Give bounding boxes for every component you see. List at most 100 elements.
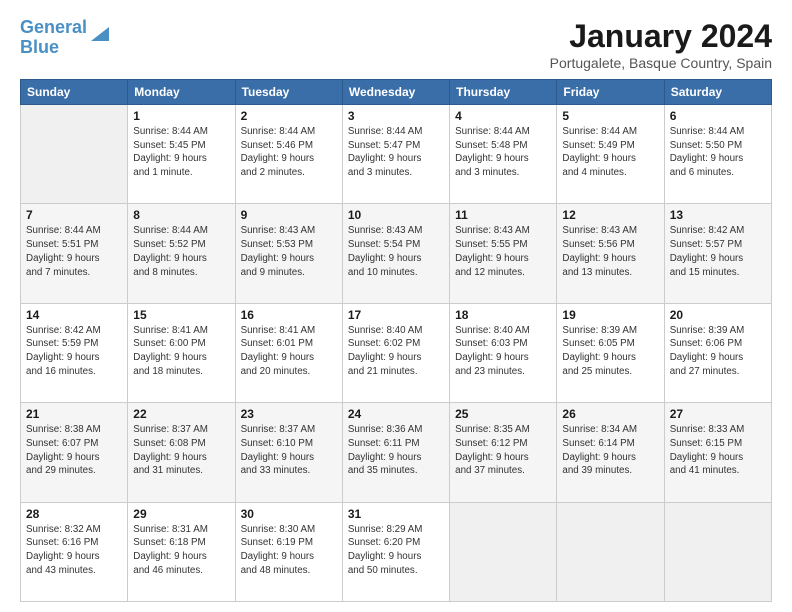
- day-info: Sunrise: 8:43 AM Sunset: 5:56 PM Dayligh…: [562, 224, 658, 279]
- day-info: Sunrise: 8:44 AM Sunset: 5:45 PM Dayligh…: [133, 125, 229, 180]
- week-row-4: 21Sunrise: 8:38 AM Sunset: 6:07 PM Dayli…: [21, 403, 772, 502]
- day-number: 11: [455, 208, 551, 222]
- day-number: 6: [670, 109, 766, 123]
- day-info: Sunrise: 8:34 AM Sunset: 6:14 PM Dayligh…: [562, 423, 658, 478]
- calendar-cell: 25 Sunrise: 8:35 AM Sunset: 6:12 PM Dayli…: [450, 403, 557, 502]
- day-number: 28: [26, 507, 122, 521]
- day-info: Sunrise: 8:44 AM Sunset: 5:49 PM Dayligh…: [562, 125, 658, 180]
- day-info: Sunrise: 8:35 AM Sunset: 6:12 PM Dayligh…: [455, 423, 551, 478]
- calendar-table: Sunday Monday Tuesday Wednesday Thursday…: [20, 79, 772, 602]
- day-info: Sunrise: 8:37 AM Sunset: 6:10 PM Dayligh…: [241, 423, 337, 478]
- day-number: 23: [241, 407, 337, 421]
- calendar-cell: 20 Sunrise: 8:39 AM Sunset: 6:06 PM Dayli…: [664, 303, 771, 402]
- day-info: Sunrise: 8:30 AM Sunset: 6:19 PM Dayligh…: [241, 523, 337, 578]
- day-info: Sunrise: 8:31 AM Sunset: 6:18 PM Dayligh…: [133, 523, 229, 578]
- day-info: Sunrise: 8:44 AM Sunset: 5:51 PM Dayligh…: [26, 224, 122, 279]
- day-number: 9: [241, 208, 337, 222]
- logo-text: General Blue: [20, 18, 87, 58]
- calendar-cell: 7 Sunrise: 8:44 AM Sunset: 5:51 PM Daylig…: [21, 204, 128, 303]
- day-info: Sunrise: 8:40 AM Sunset: 6:03 PM Dayligh…: [455, 324, 551, 379]
- header-saturday: Saturday: [664, 80, 771, 105]
- calendar-cell: [557, 502, 664, 601]
- day-number: 13: [670, 208, 766, 222]
- title-block: January 2024 Portugalete, Basque Country…: [550, 18, 772, 71]
- day-number: 26: [562, 407, 658, 421]
- calendar-cell: [664, 502, 771, 601]
- logo-line2: Blue: [20, 37, 59, 57]
- week-row-5: 28 Sunrise: 8:32 AM Sunset: 6:16 PM Dayli…: [21, 502, 772, 601]
- day-number: 20: [670, 308, 766, 322]
- calendar-cell: 4 Sunrise: 8:44 AM Sunset: 5:48 PM Daylig…: [450, 105, 557, 204]
- logo-line1: General: [20, 17, 87, 37]
- day-number: 29: [133, 507, 229, 521]
- day-number: 10: [348, 208, 444, 222]
- logo-arrow-icon: [89, 23, 111, 45]
- calendar-cell: 26 Sunrise: 8:34 AM Sunset: 6:14 PM Dayli…: [557, 403, 664, 502]
- header-friday: Friday: [557, 80, 664, 105]
- calendar-cell: 8 Sunrise: 8:44 AM Sunset: 5:52 PM Daylig…: [128, 204, 235, 303]
- day-info: Sunrise: 8:39 AM Sunset: 6:05 PM Dayligh…: [562, 324, 658, 379]
- calendar-cell: 29 Sunrise: 8:31 AM Sunset: 6:18 PM Dayli…: [128, 502, 235, 601]
- day-number: 24: [348, 407, 444, 421]
- week-row-1: 1Sunrise: 8:44 AM Sunset: 5:45 PM Daylig…: [21, 105, 772, 204]
- day-number: 18: [455, 308, 551, 322]
- header-wednesday: Wednesday: [342, 80, 449, 105]
- day-number: 31: [348, 507, 444, 521]
- day-info: Sunrise: 8:44 AM Sunset: 5:47 PM Dayligh…: [348, 125, 444, 180]
- calendar-cell: 19 Sunrise: 8:39 AM Sunset: 6:05 PM Dayli…: [557, 303, 664, 402]
- day-number: 22: [133, 407, 229, 421]
- calendar-cell: 17 Sunrise: 8:40 AM Sunset: 6:02 PM Dayli…: [342, 303, 449, 402]
- day-number: 7: [26, 208, 122, 222]
- calendar-cell: 31 Sunrise: 8:29 AM Sunset: 6:20 PM Dayli…: [342, 502, 449, 601]
- day-info: Sunrise: 8:36 AM Sunset: 6:11 PM Dayligh…: [348, 423, 444, 478]
- day-info: Sunrise: 8:40 AM Sunset: 6:02 PM Dayligh…: [348, 324, 444, 379]
- day-info: Sunrise: 8:29 AM Sunset: 6:20 PM Dayligh…: [348, 523, 444, 578]
- day-info: Sunrise: 8:33 AM Sunset: 6:15 PM Dayligh…: [670, 423, 766, 478]
- day-info: Sunrise: 8:43 AM Sunset: 5:55 PM Dayligh…: [455, 224, 551, 279]
- day-number: 5: [562, 109, 658, 123]
- week-row-3: 14 Sunrise: 8:42 AM Sunset: 5:59 PM Dayli…: [21, 303, 772, 402]
- day-info: Sunrise: 8:44 AM Sunset: 5:46 PM Dayligh…: [241, 125, 337, 180]
- day-number: 27: [670, 407, 766, 421]
- calendar-cell: 2 Sunrise: 8:44 AM Sunset: 5:46 PM Daylig…: [235, 105, 342, 204]
- header-sunday: Sunday: [21, 80, 128, 105]
- day-info: Sunrise: 8:32 AM Sunset: 6:16 PM Dayligh…: [26, 523, 122, 578]
- calendar-cell: 3 Sunrise: 8:44 AM Sunset: 5:47 PM Daylig…: [342, 105, 449, 204]
- day-info: Sunrise: 8:42 AM Sunset: 5:57 PM Dayligh…: [670, 224, 766, 279]
- calendar-cell: 28 Sunrise: 8:32 AM Sunset: 6:16 PM Dayli…: [21, 502, 128, 601]
- day-info: Sunrise: 8:43 AM Sunset: 5:53 PM Dayligh…: [241, 224, 337, 279]
- day-number: 30: [241, 507, 337, 521]
- logo: General Blue: [20, 18, 111, 58]
- day-info: Sunrise: 8:44 AM Sunset: 5:48 PM Dayligh…: [455, 125, 551, 180]
- day-info: Sunrise: 8:44 AM Sunset: 5:52 PM Dayligh…: [133, 224, 229, 279]
- calendar-cell: 30 Sunrise: 8:30 AM Sunset: 6:19 PM Dayli…: [235, 502, 342, 601]
- calendar-cell: 13 Sunrise: 8:42 AM Sunset: 5:57 PM Dayli…: [664, 204, 771, 303]
- day-info: Sunrise: 8:42 AM Sunset: 5:59 PM Dayligh…: [26, 324, 122, 379]
- calendar-cell: 12Sunrise: 8:43 AM Sunset: 5:56 PM Dayli…: [557, 204, 664, 303]
- calendar-cell: [21, 105, 128, 204]
- calendar-cell: 27 Sunrise: 8:33 AM Sunset: 6:15 PM Dayli…: [664, 403, 771, 502]
- day-info: Sunrise: 8:37 AM Sunset: 6:08 PM Dayligh…: [133, 423, 229, 478]
- calendar-cell: [450, 502, 557, 601]
- calendar-cell: 16Sunrise: 8:41 AM Sunset: 6:01 PM Dayli…: [235, 303, 342, 402]
- calendar-cell: 11 Sunrise: 8:43 AM Sunset: 5:55 PM Dayli…: [450, 204, 557, 303]
- day-number: 4: [455, 109, 551, 123]
- day-number: 16: [241, 308, 337, 322]
- day-number: 3: [348, 109, 444, 123]
- day-info: Sunrise: 8:41 AM Sunset: 6:00 PM Dayligh…: [133, 324, 229, 379]
- day-number: 19: [562, 308, 658, 322]
- day-number: 14: [26, 308, 122, 322]
- day-number: 2: [241, 109, 337, 123]
- day-number: 25: [455, 407, 551, 421]
- calendar-cell: 14 Sunrise: 8:42 AM Sunset: 5:59 PM Dayli…: [21, 303, 128, 402]
- day-info: Sunrise: 8:39 AM Sunset: 6:06 PM Dayligh…: [670, 324, 766, 379]
- day-info: Sunrise: 8:43 AM Sunset: 5:54 PM Dayligh…: [348, 224, 444, 279]
- weekday-header-row: Sunday Monday Tuesday Wednesday Thursday…: [21, 80, 772, 105]
- calendar-cell: 10 Sunrise: 8:43 AM Sunset: 5:54 PM Dayli…: [342, 204, 449, 303]
- day-number: 17: [348, 308, 444, 322]
- calendar-cell: 22 Sunrise: 8:37 AM Sunset: 6:08 PM Dayli…: [128, 403, 235, 502]
- day-number: 8: [133, 208, 229, 222]
- day-number: 15: [133, 308, 229, 322]
- header: General Blue January 2024 Portugalete, B…: [20, 18, 772, 71]
- calendar-cell: 15 Sunrise: 8:41 AM Sunset: 6:00 PM Dayli…: [128, 303, 235, 402]
